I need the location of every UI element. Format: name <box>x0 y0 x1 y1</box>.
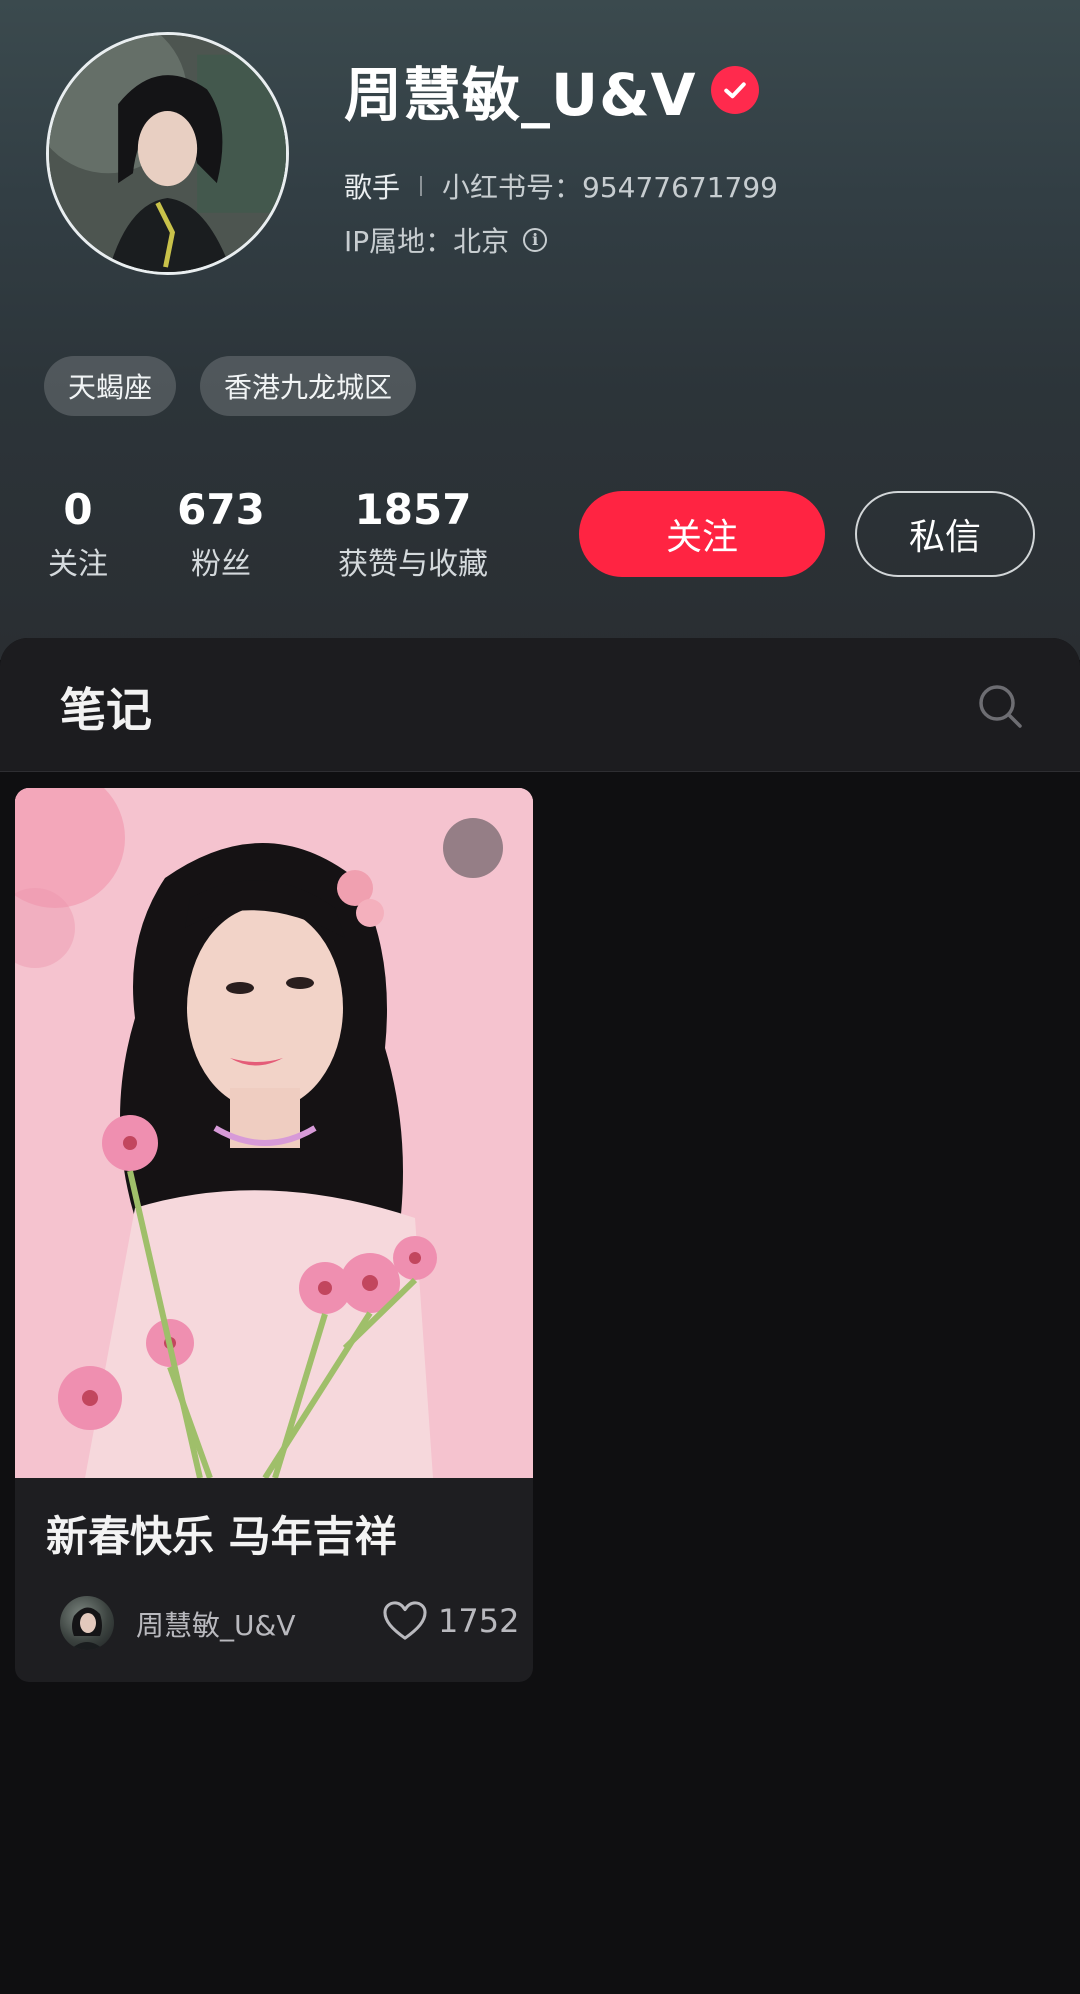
tag-zodiac[interactable]: 天蝎座 <box>44 356 177 416</box>
follow-button[interactable]: 关注 <box>579 491 825 577</box>
stat-following[interactable]: 0 关注 <box>48 480 108 590</box>
profile-stats: 0 关注 673 粉丝 1857 获赞与收藏 <box>0 480 560 600</box>
meta-divider <box>420 176 423 196</box>
stat-likes-collects[interactable]: 1857 获赞与收藏 <box>338 480 488 590</box>
verified-check-icon <box>710 66 759 114</box>
ip-location-row: IP属地：北京 i <box>344 220 548 260</box>
info-circle-icon[interactable]: i <box>523 228 548 252</box>
heart-icon[interactable] <box>382 1600 428 1642</box>
like-count: 1752 <box>438 1602 520 1640</box>
stat-followers-value: 673 <box>177 485 265 534</box>
note-title[interactable]: 新春快乐 马年吉祥 <box>46 1503 397 1564</box>
notes-header: 笔记 <box>0 638 1080 772</box>
note-card[interactable]: 新春快乐 马年吉祥 周慧敏_U&V 1752 <box>15 788 533 1682</box>
profile-page: 周慧敏_U&V 歌手 小红书号：95477671799 IP属地：北京 i 天蝎… <box>0 0 1080 1994</box>
stat-followers-label: 粉丝 <box>190 547 251 582</box>
name-row: 周慧敏_U&V <box>344 52 759 129</box>
profile-header: 周慧敏_U&V 歌手 小红书号：95477671799 IP属地：北京 i 天蝎… <box>0 0 1080 660</box>
tag-location[interactable]: 香港九龙城区 <box>200 356 417 416</box>
author-name[interactable]: 周慧敏_U&V <box>136 1604 295 1644</box>
avatar-photo <box>49 35 286 272</box>
stat-following-value: 0 <box>63 485 93 534</box>
author-avatar[interactable] <box>60 1596 114 1650</box>
note-cover-image[interactable] <box>15 788 533 1478</box>
profile-avatar[interactable] <box>46 32 289 275</box>
profile-meta: 歌手 小红书号：95477671799 <box>344 166 778 206</box>
profile-tags: 天蝎座 香港九龙城区 <box>44 356 417 416</box>
stat-following-label: 关注 <box>48 547 108 582</box>
stat-likes-label: 获赞与收藏 <box>338 547 488 582</box>
stat-followers[interactable]: 673 粉丝 <box>177 480 265 590</box>
search-icon[interactable] <box>976 682 1024 730</box>
note-footer: 周慧敏_U&V 1752 <box>46 1594 520 1650</box>
message-button[interactable]: 私信 <box>855 491 1035 577</box>
author-avatar-photo <box>70 1607 104 1650</box>
tab-notes[interactable]: 笔记 <box>60 674 152 740</box>
occupation: 歌手 <box>344 171 401 204</box>
ip-location: IP属地：北京 <box>344 225 510 258</box>
play-icon <box>443 818 503 878</box>
red-id: 小红书号：95477671799 <box>442 171 778 204</box>
profile-name: 周慧敏_U&V <box>344 61 697 129</box>
stat-likes-value: 1857 <box>354 485 472 534</box>
